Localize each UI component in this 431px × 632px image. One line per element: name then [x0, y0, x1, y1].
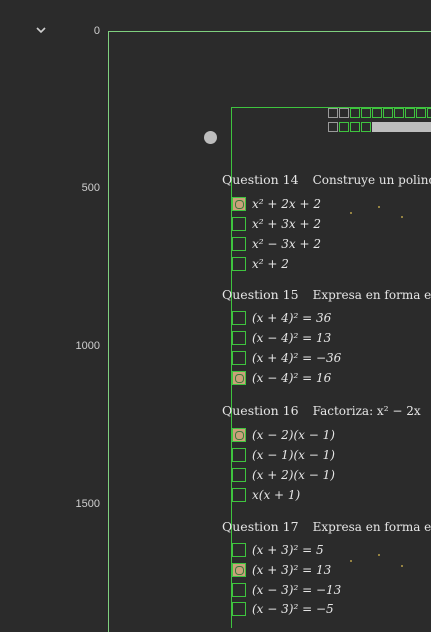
answer-checkbox[interactable] [232, 371, 246, 385]
question-title: Question 14 Construye un polinor [222, 172, 431, 187]
option-label: (x + 2)(x − 1) [252, 468, 335, 482]
ruler-tick-500: 500 [81, 182, 100, 194]
scan-artifact [401, 565, 403, 567]
answer-checkbox[interactable] [232, 237, 246, 251]
answer-checkbox[interactable] [232, 448, 246, 462]
alignment-marker [204, 131, 217, 144]
option-label: (x − 2)(x − 1) [252, 428, 335, 442]
question-number: Question 16 [222, 403, 299, 418]
scan-artifact [350, 212, 352, 214]
option-label: (x − 4)² = 16 [252, 371, 332, 385]
answer-checkbox[interactable] [232, 583, 246, 597]
answer-option[interactable]: (x − 2)(x − 1) [232, 427, 335, 443]
ruler-tick-1000: 1000 [75, 340, 100, 352]
answer-checkbox[interactable] [232, 311, 246, 325]
answer-option[interactable]: (x − 3)² = −13 [232, 582, 341, 598]
ruler-tick-1500: 1500 [75, 498, 100, 510]
answer-option[interactable]: x² + 2x + 2 [232, 196, 321, 212]
answer-option[interactable]: x(x + 1) [232, 487, 300, 503]
answer-option[interactable]: (x + 4)² = 36 [232, 310, 331, 326]
answer-checkbox[interactable] [232, 543, 246, 557]
answer-checkbox[interactable] [232, 602, 246, 616]
answer-option[interactable]: (x + 3)² = 13 [232, 562, 331, 578]
option-label: (x + 3)² = 5 [252, 543, 324, 557]
scan-artifact [378, 554, 380, 556]
answer-option[interactable]: (x + 3)² = 5 [232, 542, 324, 558]
answer-checkbox[interactable] [232, 351, 246, 365]
option-label: x² + 2x + 2 [252, 197, 321, 211]
answer-checkbox[interactable] [232, 428, 246, 442]
scan-artifact [401, 216, 403, 218]
answer-checkbox[interactable] [232, 197, 246, 211]
answer-checkbox[interactable] [232, 488, 246, 502]
answer-option[interactable]: (x − 1)(x − 1) [232, 447, 335, 463]
option-label: (x − 1)(x − 1) [252, 448, 335, 462]
answer-option[interactable]: (x − 3)² = −5 [232, 601, 334, 617]
answer-checkbox[interactable] [232, 331, 246, 345]
option-label: x² + 2 [252, 257, 289, 271]
option-label: x² − 3x + 2 [252, 237, 321, 251]
option-label: (x − 4)² = 13 [252, 331, 332, 345]
question-title: Question 15 Expresa en forma est [222, 287, 431, 302]
option-label: (x + 3)² = 13 [252, 563, 332, 577]
answer-option[interactable]: (x + 2)(x − 1) [232, 467, 335, 483]
question-title: Question 17 Expresa en forma est [222, 519, 431, 534]
option-label: x(x + 1) [252, 488, 301, 502]
answer-checkbox[interactable] [232, 563, 246, 577]
option-label: x² + 3x + 2 [252, 217, 321, 231]
answer-option[interactable]: (x − 4)² = 13 [232, 330, 331, 346]
question-prompt: Construye un polinor [312, 173, 431, 187]
student-id-grid [328, 108, 431, 136]
answer-checkbox[interactable] [232, 468, 246, 482]
answer-option[interactable]: x² − 3x + 2 [232, 236, 321, 252]
answer-option[interactable]: x² + 3x + 2 [232, 216, 321, 232]
question-prompt: Expresa en forma est [312, 520, 431, 534]
option-label: (x + 4)² = −36 [252, 351, 342, 365]
question-number: Question 17 [222, 519, 299, 534]
answer-option[interactable]: (x − 4)² = 16 [232, 370, 331, 386]
option-label: (x + 4)² = 36 [252, 311, 332, 325]
answer-option[interactable]: x² + 2 [232, 256, 289, 272]
scan-artifact [350, 560, 352, 562]
question-number: Question 15 [222, 287, 299, 302]
question-prompt: Expresa en forma est [312, 288, 431, 302]
scan-artifact [378, 206, 380, 208]
option-label: (x − 3)² = −5 [252, 602, 334, 616]
ruler-tick-0: 0 [93, 25, 100, 37]
option-label: (x − 3)² = −13 [252, 583, 342, 597]
question-prompt: Factoriza: x² − 2x [312, 404, 421, 418]
answer-checkbox[interactable] [232, 257, 246, 271]
question-title: Question 16 Factoriza: x² − 2x [222, 403, 421, 418]
question-number: Question 14 [222, 172, 299, 187]
answer-checkbox[interactable] [232, 217, 246, 231]
answer-option[interactable]: (x + 4)² = −36 [232, 350, 341, 366]
